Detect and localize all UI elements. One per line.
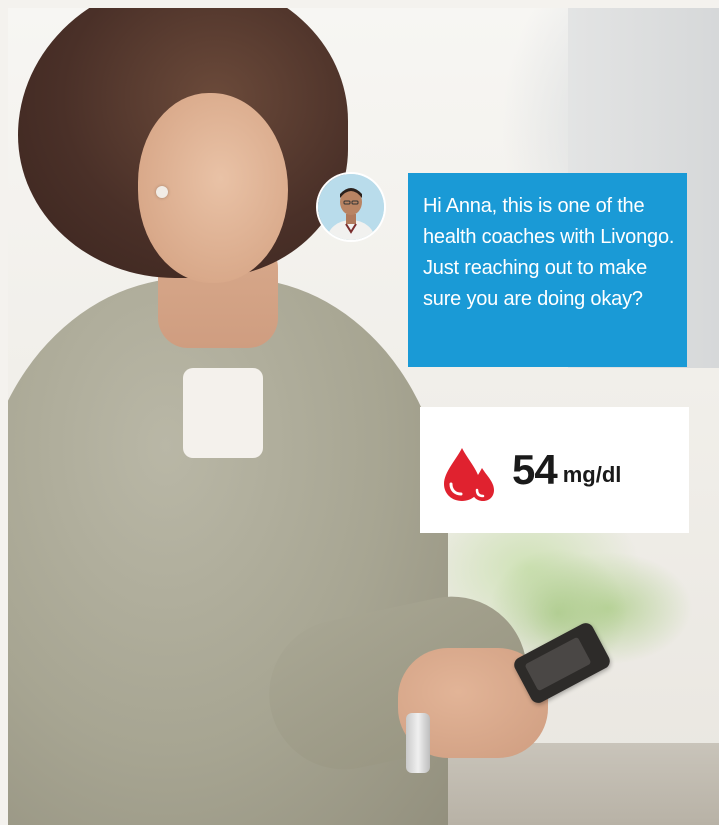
- woman-camisole: [183, 368, 263, 458]
- glucose-value: 54: [512, 446, 558, 493]
- glucose-unit: mg/dl: [562, 462, 622, 487]
- promo-canvas: Hi Anna, this is one of the health coach…: [0, 0, 719, 825]
- glucose-reading-card: 54 mg/dl: [420, 407, 689, 533]
- coach-avatar-icon: [318, 174, 384, 240]
- blood-drops-icon: [444, 448, 494, 501]
- coach-avatar-illustration: [318, 174, 384, 240]
- earring: [156, 186, 168, 198]
- coach-message-bubble: Hi Anna, this is one of the health coach…: [408, 173, 687, 367]
- wristwatch: [406, 713, 430, 773]
- coach-message-text: Hi Anna, this is one of the health coach…: [423, 195, 675, 310]
